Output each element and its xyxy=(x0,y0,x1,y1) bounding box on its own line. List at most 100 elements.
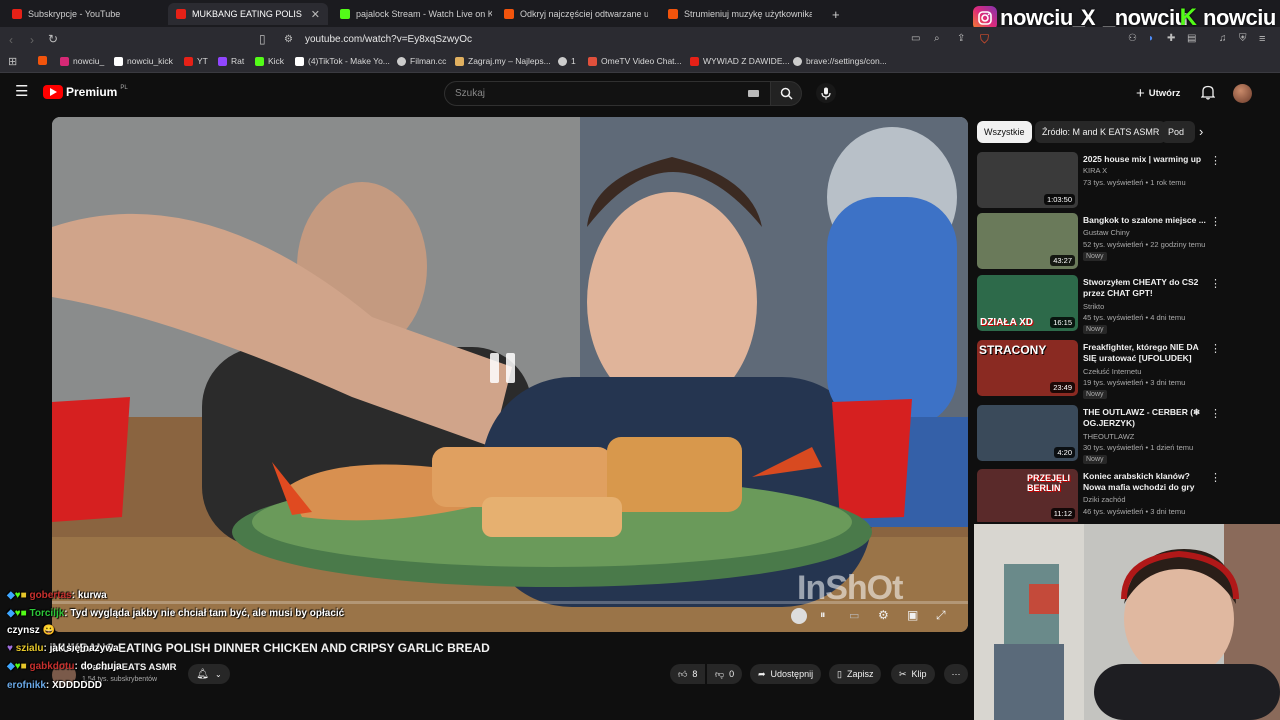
miniplayer-icon[interactable]: ▣ xyxy=(907,608,918,622)
zoom-icon[interactable]: ⌕ xyxy=(934,33,940,45)
video-title[interactable]: THE OUTLAWZ - CERBER (❄ OG.JERZYK) xyxy=(1083,407,1207,429)
bookmark-item[interactable]: 1 xyxy=(558,56,576,66)
share-icon[interactable]: ⇪ xyxy=(957,33,965,45)
puzzle-icon[interactable]: ✚ xyxy=(1167,33,1175,45)
bookmark-item[interactable]: nowciu_kick xyxy=(114,56,173,66)
more-options-icon[interactable]: ⋮ xyxy=(1210,342,1221,355)
autoplay-toggle-icon[interactable] xyxy=(791,608,807,624)
voice-search-button[interactable] xyxy=(816,83,836,103)
hamburger-menu-icon[interactable]: ☰ xyxy=(15,84,28,99)
forward-icon[interactable]: › xyxy=(30,34,34,46)
chevron-right-icon[interactable]: › xyxy=(1199,124,1203,139)
bookmark-item[interactable]: brave://settings/con... xyxy=(793,56,887,66)
bookmark-icon[interactable]: ▯ xyxy=(259,33,266,45)
video-thumbnail[interactable]: DZIAŁA XD 16:15 xyxy=(977,275,1078,331)
tab-kick-stream[interactable]: pajalock Stream - Watch Live on Kick xyxy=(332,3,492,25)
duration-badge: 1:03:50 xyxy=(1043,194,1075,205)
pause-overlay-icon[interactable] xyxy=(490,353,515,383)
video-thumbnail[interactable]: PRZEJĘLI BERLIN 11:12 xyxy=(977,469,1078,522)
tab-soundcloud-stream[interactable]: Strumieniuj muzykę użytkownika SFW xyxy=(660,3,820,25)
recommended-video[interactable]: 43:27 Bangkok to szalone miejsce ... Gus… xyxy=(977,213,1227,269)
video-player[interactable]: InShOt ⏸ ▭ ⚙ ▣ ⤢ xyxy=(52,117,968,632)
video-title[interactable]: 2025 house mix | warming up xyxy=(1083,154,1207,165)
bookmark-label: Zagraj.my – Najleps... xyxy=(468,56,551,66)
more-options-icon[interactable]: ⋮ xyxy=(1210,407,1221,420)
search-button[interactable] xyxy=(770,81,802,106)
close-tab-icon[interactable]: ✕ xyxy=(311,8,320,21)
channel-name[interactable]: KIRA X xyxy=(1083,166,1107,175)
fullscreen-icon[interactable]: ⤢ xyxy=(936,608,946,623)
music-icon[interactable]: ♫ xyxy=(1219,33,1227,45)
youtube-logo[interactable]: Premium PL xyxy=(43,85,128,99)
extension-icon[interactable]: ⚇ xyxy=(1128,33,1137,45)
clip-button[interactable]: ✂ Klip xyxy=(891,664,935,684)
recommended-video[interactable]: 4:20 THE OUTLAWZ - CERBER (❄ OG.JERZYK) … xyxy=(977,405,1227,464)
video-title[interactable]: Koniec arabskich klanów? Nowa mafia wcho… xyxy=(1083,471,1207,493)
create-button[interactable]: + Utwórz xyxy=(1136,85,1180,102)
like-button[interactable]: 👍︎ 8 xyxy=(670,664,706,684)
brave-shields-icon[interactable]: ⛉ xyxy=(980,33,989,45)
search-input[interactable]: Szukaj xyxy=(444,81,774,106)
notifications-button[interactable] xyxy=(1200,85,1216,105)
settings-gear-icon[interactable]: ⚙ xyxy=(878,608,889,622)
subtitles-icon[interactable]: ▭ xyxy=(849,609,859,622)
keyboard-icon[interactable] xyxy=(748,90,759,97)
cast-icon[interactable]: ▭ xyxy=(911,33,920,45)
video-title[interactable]: Bangkok to szalone miejsce ... xyxy=(1083,215,1207,226)
more-actions-button[interactable]: ⋯ xyxy=(944,664,968,684)
bookmark-item[interactable]: nowciu_ xyxy=(60,56,104,66)
duration-badge: 4:20 xyxy=(1054,447,1075,458)
save-button[interactable]: ▯ Zapisz xyxy=(829,664,882,684)
chip-all[interactable]: Wszystkie xyxy=(977,121,1032,143)
dislike-button[interactable]: 👎︎ 0 xyxy=(707,664,743,684)
extension-icon[interactable]: ◗ xyxy=(1148,33,1154,45)
apps-grid-icon[interactable]: ⊞ xyxy=(8,56,17,68)
video-thumbnail[interactable]: 43:27 xyxy=(977,213,1078,269)
chip-more[interactable]: Pod xyxy=(1161,121,1195,143)
more-options-icon[interactable]: ⋮ xyxy=(1210,154,1221,167)
bookmark-item[interactable]: Filman.cc xyxy=(397,56,446,66)
video-thumbnail[interactable]: 1:03:50 xyxy=(977,152,1078,208)
bookmark-folder[interactable] xyxy=(38,56,47,65)
bookmark-item[interactable]: WYWIAD Z DAWIDE... xyxy=(690,56,790,66)
video-title[interactable]: Stworzyłem CHEATY do CS2 przez CHAT GPT! xyxy=(1083,277,1207,299)
more-options-icon[interactable]: ⋮ xyxy=(1210,277,1221,290)
tab-subscriptions[interactable]: Subskrypcje - YouTube xyxy=(4,3,164,25)
url-field[interactable]: youtube.com/watch?v=Ey8xqSzwyOc xyxy=(305,34,472,45)
recommended-video[interactable]: STRACONY 23:49 Freakfighter, którego NIE… xyxy=(977,340,1227,399)
avatar[interactable] xyxy=(1233,84,1252,103)
site-info-icon[interactable]: ⚙ xyxy=(284,34,293,46)
recommended-video[interactable]: 1:03:50 2025 house mix | warming up KIRA… xyxy=(977,152,1227,208)
channel-name[interactable]: Strikto xyxy=(1083,302,1104,311)
bookmark-item[interactable]: YT xyxy=(184,56,208,66)
channel-name[interactable]: Dziki zachód xyxy=(1083,495,1126,504)
channel-name[interactable]: THEOUTLAWZ xyxy=(1083,432,1134,441)
pause-toggle-icon[interactable]: ⏸ xyxy=(820,609,826,622)
bookmark-item[interactable]: Kick xyxy=(255,56,284,66)
chip-source[interactable]: Źródło: M and K EATS ASMR xyxy=(1035,121,1167,143)
channel-name[interactable]: Czełuść Internetu xyxy=(1083,367,1141,376)
tab-soundcloud-discover[interactable]: Odkryj najczęściej odtwarzane utwor xyxy=(496,3,656,25)
video-title[interactable]: Freakfighter, którego NIE DA SIĘ uratowa… xyxy=(1083,342,1207,364)
new-tab-button[interactable]: + xyxy=(824,3,844,25)
reload-icon[interactable]: ↻ xyxy=(48,33,58,45)
more-options-icon[interactable]: ⋮ xyxy=(1210,471,1221,484)
bookmark-item[interactable]: OmeTV Video Chat... xyxy=(588,56,682,66)
bookmark-item[interactable]: Rat xyxy=(218,56,244,66)
tab-active-video[interactable]: MUKBANG EATING POLISH D ✕ xyxy=(168,3,328,25)
recommended-video[interactable]: DZIAŁA XD 16:15 Stworzyłem CHEATY do CS2… xyxy=(977,275,1227,334)
progress-bar[interactable] xyxy=(52,601,968,604)
wallet-icon[interactable]: ⛨ xyxy=(1239,33,1247,45)
bookmark-item[interactable]: (4)TikTok - Make Yo... xyxy=(295,56,390,66)
video-thumbnail[interactable]: STRACONY 23:49 xyxy=(977,340,1078,396)
video-thumbnail[interactable]: 4:20 xyxy=(977,405,1078,461)
recommended-video[interactable]: PRZEJĘLI BERLIN 11:12 Koniec arabskich k… xyxy=(977,469,1227,522)
bookmark-item[interactable]: Zagraj.my – Najleps... xyxy=(455,56,551,66)
subscription-bell-button[interactable]: 🔔︎ ⌄ xyxy=(188,664,230,684)
channel-name[interactable]: Gustaw Chiny xyxy=(1083,228,1130,237)
share-button[interactable]: ➦ Udostępnij xyxy=(750,664,822,684)
back-icon[interactable]: ‹ xyxy=(9,34,13,46)
sidebar-icon[interactable]: ▤ xyxy=(1187,33,1196,45)
more-options-icon[interactable]: ⋮ xyxy=(1210,215,1221,228)
menu-icon[interactable]: ≡ xyxy=(1259,33,1265,45)
